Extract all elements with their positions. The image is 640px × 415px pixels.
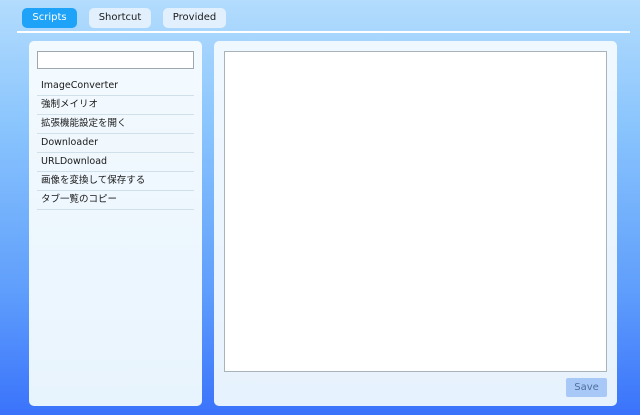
- script-list-item[interactable]: ImageConverter: [37, 77, 194, 96]
- script-list-item[interactable]: 強制メイリオ: [37, 96, 194, 115]
- editor-panel: Save: [214, 41, 617, 406]
- tab-scripts[interactable]: Scripts: [22, 8, 77, 28]
- save-button[interactable]: Save: [566, 378, 607, 397]
- tab-shortcut[interactable]: Shortcut: [89, 8, 151, 28]
- script-list-item[interactable]: 拡張機能設定を開く: [37, 115, 194, 134]
- script-list-item[interactable]: Downloader: [37, 134, 194, 153]
- script-list-item[interactable]: URLDownload: [37, 153, 194, 172]
- script-list: ImageConverter 強制メイリオ 拡張機能設定を開く Download…: [37, 77, 194, 210]
- script-editor[interactable]: [224, 51, 607, 372]
- script-list-item[interactable]: 画像を変換して保存する: [37, 172, 194, 191]
- tab-divider: [17, 31, 630, 33]
- tab-provided[interactable]: Provided: [163, 8, 226, 28]
- script-list-item[interactable]: タブ一覧のコピー: [37, 191, 194, 210]
- tab-bar: Scripts Shortcut Provided: [0, 0, 640, 32]
- script-filter-input[interactable]: [37, 51, 194, 69]
- script-sidebar: ImageConverter 強制メイリオ 拡張機能設定を開く Download…: [29, 41, 202, 406]
